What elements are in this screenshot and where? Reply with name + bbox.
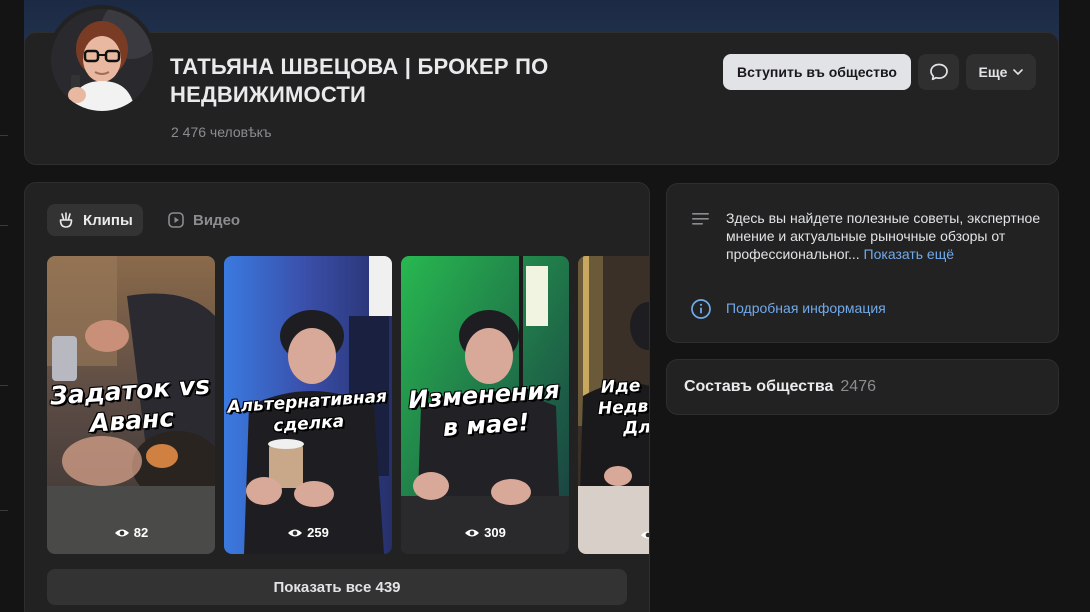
more-label: Еще (978, 64, 1008, 80)
clip-card[interactable]: Задаток vs Аванс 82 (47, 256, 215, 554)
clip-title-line: Дл (622, 417, 650, 439)
chat-bubble-icon (929, 63, 948, 81)
clip-views: 259 (224, 525, 392, 540)
clip-views: 309 (401, 525, 569, 540)
clips-icon (59, 212, 73, 228)
description-icon (692, 213, 709, 225)
clip-title: Изменения в мае! (401, 374, 569, 446)
eye-icon (288, 529, 303, 536)
members-section-title: Составъ общества (684, 378, 834, 395)
join-community-button[interactable]: Вступить въ общество (723, 54, 911, 90)
details-link[interactable]: Подробная информация (726, 300, 886, 316)
clip-views (578, 530, 649, 540)
clips-section: Клипы Видео Задаток vs Аванс 82 Альтерна… (24, 182, 650, 612)
avatar-photo (51, 9, 153, 111)
clip-card[interactable]: Изменения в мае! 309 (401, 256, 569, 554)
clip-views: 82 (47, 525, 215, 540)
scroll-mark (0, 225, 8, 226)
scroll-mark (0, 135, 8, 136)
eye-icon (114, 529, 129, 536)
tab-clips[interactable]: Клипы (47, 204, 143, 236)
clip-card[interactable]: Альтернативная сделка 259 (224, 256, 392, 554)
scroll-mark (0, 385, 8, 386)
members-section[interactable]: Составъ общества 2476 (666, 359, 1059, 415)
avatar[interactable] (47, 5, 157, 115)
video-icon (168, 212, 184, 228)
eye-icon (641, 531, 649, 539)
clip-card[interactable]: Иде Недви Дл (578, 256, 650, 554)
message-button[interactable] (918, 54, 959, 90)
community-header: ТАТЬЯНА ШВЕЦОВА | БРОКЕР ПО НЕДВИЖИМОСТИ… (24, 5, 1059, 165)
community-page: ТАТЬЯНА ШВЕЦОВА | БРОКЕР ПО НЕДВИЖИМОСТИ… (0, 0, 1090, 612)
clip-views-count: 82 (133, 525, 149, 540)
show-more-link[interactable]: Показать ещё (864, 246, 955, 262)
page-title: ТАТЬЯНА ШВЕЦОВА | БРОКЕР ПО НЕДВИЖИМОСТИ (170, 54, 549, 107)
clip-title-line: Иде (600, 375, 641, 398)
scroll-mark (0, 510, 8, 511)
tab-video-label: Видео (193, 211, 241, 229)
clip-title: Задаток vs Аванс (47, 370, 215, 442)
clip-title-line: Недви (597, 395, 650, 420)
chevron-down-icon (1013, 69, 1024, 75)
tab-video[interactable]: Видео (157, 204, 250, 236)
clip-title: Иде Недви Дл (597, 374, 650, 441)
more-dropdown-button[interactable]: Еще (966, 54, 1036, 90)
members-section-count: 2476 (840, 378, 876, 395)
info-section: Здесь вы найдете полезные советы, экспер… (666, 183, 1059, 343)
community-description: Здесь вы найдете полезные советы, экспер… (726, 209, 1046, 263)
tab-clips-label: Клипы (83, 211, 133, 229)
show-all-clips-button[interactable]: Показать все 439 (47, 569, 627, 605)
clip-views-count: 309 (484, 525, 506, 540)
eye-icon (465, 529, 480, 536)
info-icon (691, 299, 711, 319)
members-count[interactable]: 2 476 человѣкъ (171, 124, 272, 140)
clip-views-count: 259 (307, 525, 329, 540)
